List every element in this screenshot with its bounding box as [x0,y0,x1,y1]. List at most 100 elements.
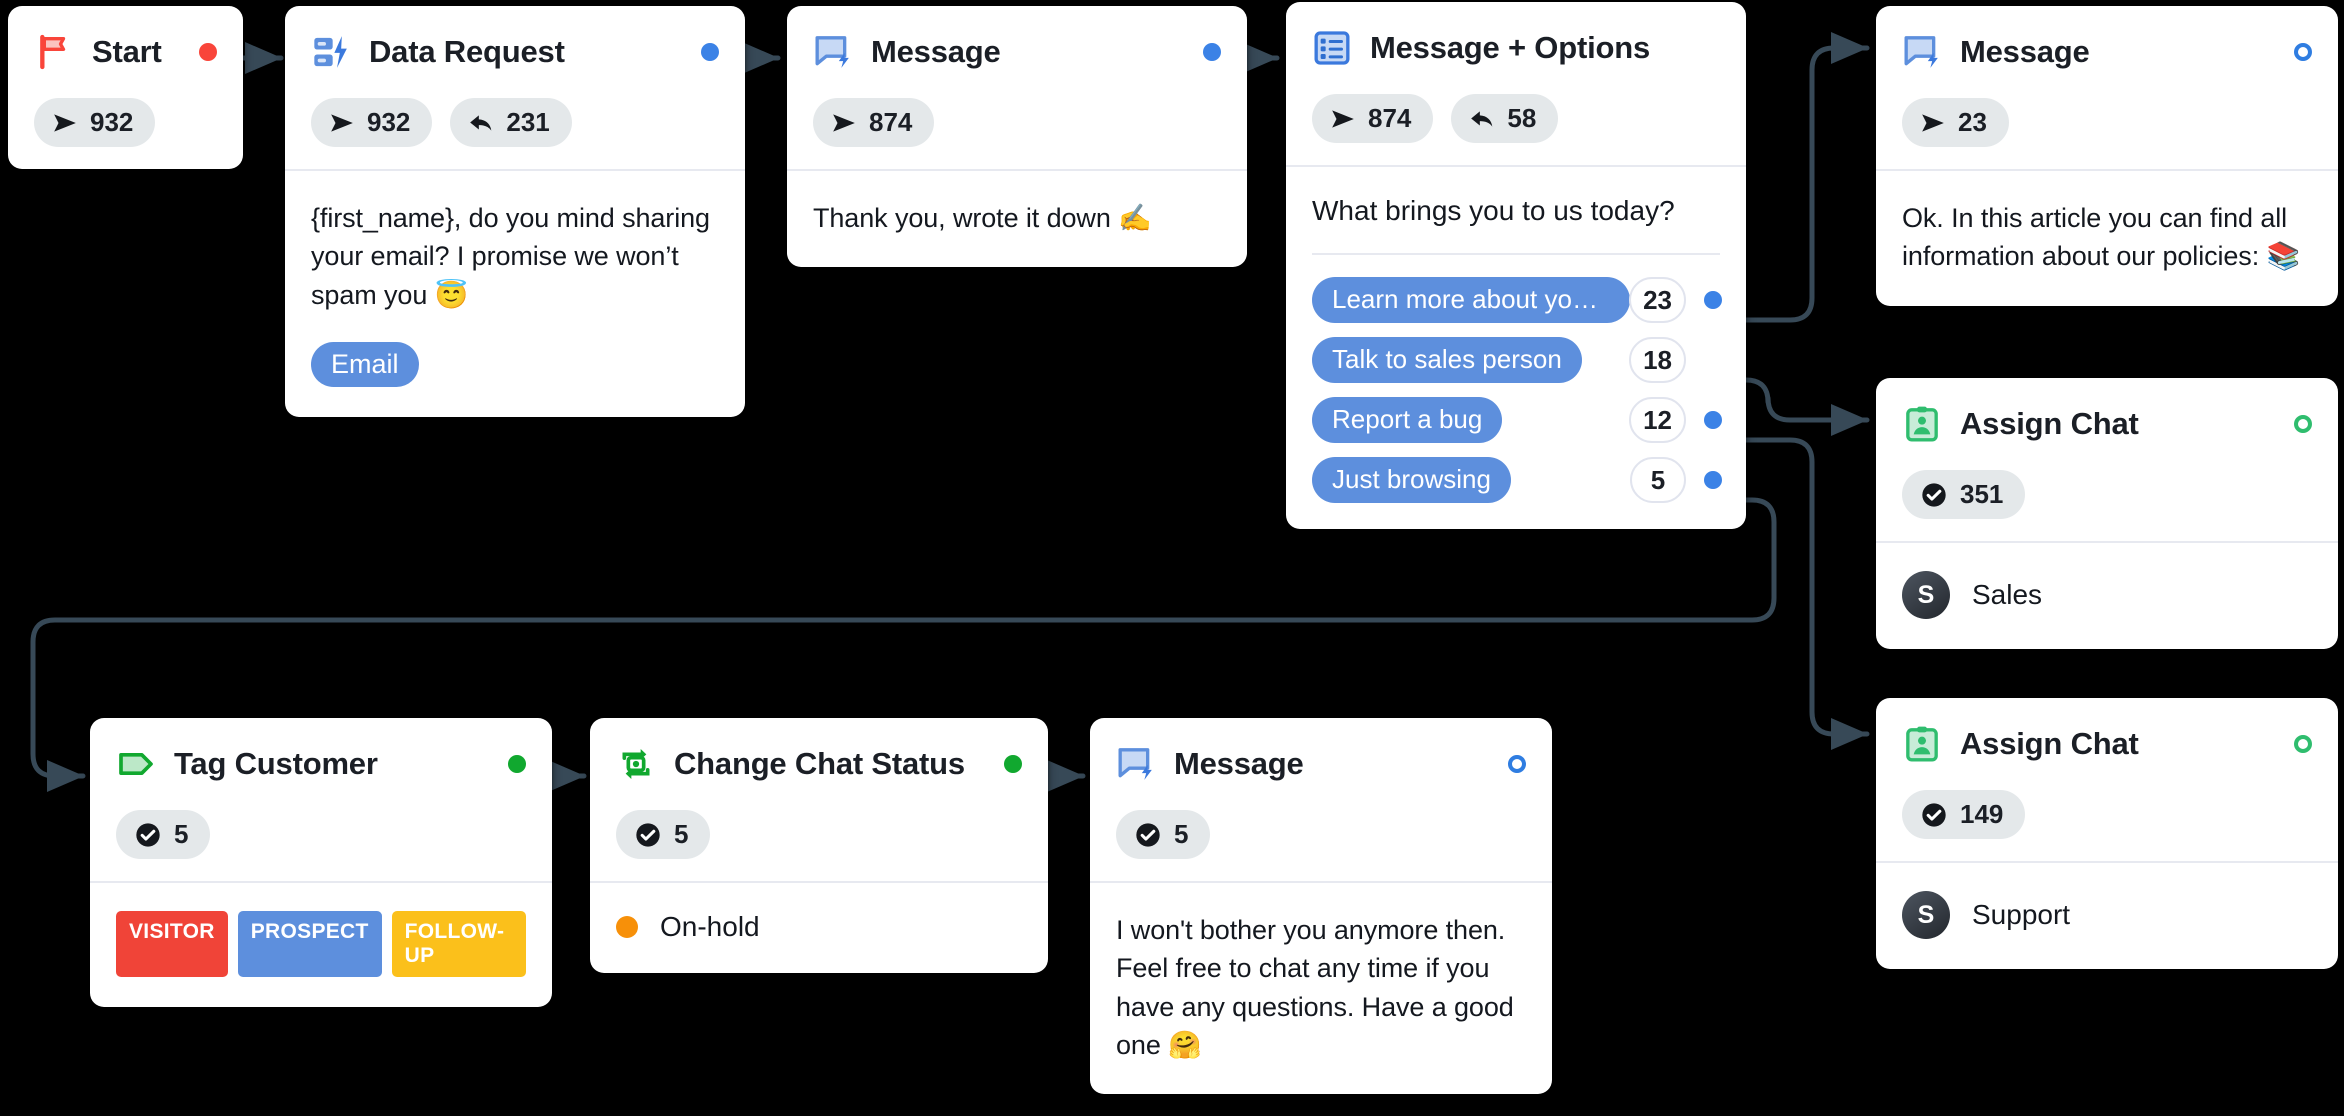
stat-sent: 874 [813,98,935,147]
option-label[interactable]: Just browsing [1312,457,1511,503]
message-icon [1902,32,1942,72]
tag-badge[interactable]: FOLLOW-UP [391,911,526,977]
option-output-port[interactable] [1704,411,1722,429]
output-port[interactable] [508,755,526,773]
node-start[interactable]: Start 932 [8,6,243,169]
option-count: 5 [1630,457,1686,503]
node-message-thanks-header: Message 874 [787,6,1247,169]
stat-completed: 5 [116,810,211,859]
option-row[interactable]: Report a bug 12 [1312,397,1722,443]
node-start-header: Start 932 [8,6,243,169]
output-port[interactable] [199,43,217,61]
node-change-status-body: On-hold [590,883,1048,973]
option-row[interactable]: Just browsing 5 [1312,457,1722,503]
option-output-port[interactable] [1704,471,1722,489]
message-icon [813,32,853,72]
stat-completed: 5 [616,810,711,859]
node-assign-chat-support[interactable]: Assign Chat 149 S Support [1876,698,2338,969]
node-message-options-header: Message + Options 874 58 [1286,2,1746,165]
output-port[interactable] [2294,43,2312,61]
node-data-request-header: Data Request 932 231 [285,6,745,169]
tag-list: VISITOR PROSPECT FOLLOW-UP [116,911,526,977]
option-label[interactable]: Report a bug [1312,397,1503,443]
check-icon [1922,802,1946,827]
send-icon [331,113,353,132]
option-count: 23 [1629,277,1686,323]
node-message-goodbye[interactable]: Message 5 I won't bother you anymore the… [1090,718,1552,1095]
check-icon [1136,822,1160,847]
option-label[interactable]: Talk to sales person [1312,337,1582,383]
node-message-options[interactable]: Message + Options 874 58 What brings you… [1286,2,1746,529]
check-icon [636,822,660,847]
node-message-goodbye-header: Message 5 [1090,718,1552,881]
divider [1312,253,1720,255]
node-change-chat-status[interactable]: Change Chat Status 5 On-hold [590,718,1048,973]
output-port[interactable] [1004,755,1022,773]
message-text: Ok. In this article you can find all inf… [1902,203,2301,272]
agent-row: S Support [1902,891,2312,939]
email-field-chip[interactable]: Email [311,341,419,387]
option-label[interactable]: Learn more about your… [1312,277,1630,323]
option-row[interactable]: Learn more about your… 23 [1312,277,1722,323]
reply-icon [470,114,492,131]
node-data-request-body: {first_name}, do you mind sharing your e… [285,171,745,417]
status-row: On-hold [616,911,1022,943]
avatar: S [1902,891,1950,939]
node-title: Start [92,34,162,69]
reply-icon [1471,110,1493,127]
option-row[interactable]: Talk to sales person 18 [1312,337,1720,383]
node-stats: 932 [34,98,217,147]
option-output-port[interactable] [1704,291,1722,309]
stat-completed: 149 [1902,790,2026,839]
node-title: Message [1174,746,1304,781]
output-port[interactable] [2294,415,2312,433]
agent-name: Support [1972,899,2071,930]
option-count: 18 [1629,337,1686,383]
stat-sent: 932 [34,98,156,147]
stat-completed: 5 [1116,810,1211,859]
node-assign-support-body: S Support [1876,863,2338,969]
status-label: On-hold [660,911,760,942]
node-stats: 874 58 [1312,94,1720,143]
node-tag-customer-body: VISITOR PROSPECT FOLLOW-UP [90,883,552,1007]
node-tag-customer[interactable]: Tag Customer 5 VISITOR PROSPECT FOLLOW-U… [90,718,552,1007]
send-icon [833,113,855,132]
node-message-goodbye-body: I won't bother you anymore then. Feel fr… [1090,883,1552,1094]
edge-option3-to-assign-support [1742,437,1870,750]
option-count: 12 [1629,397,1686,443]
check-icon [136,822,160,847]
node-title: Message + Options [1370,30,1650,65]
message-text: I won't bother you anymore then. Feel fr… [1116,915,1514,1060]
node-message-thanks[interactable]: Message 874 Thank you, wrote it down ✍️ [787,6,1247,268]
tag-badge[interactable]: PROSPECT [237,911,382,977]
node-title: Assign Chat [1960,406,2139,441]
message-icon [1116,744,1156,784]
agent-row: S Sales [1902,571,2312,619]
node-assign-support-header: Assign Chat 149 [1876,698,2338,861]
question-text: What brings you to us today? [1312,195,1675,226]
node-title: Tag Customer [174,746,378,781]
send-icon [1332,109,1354,128]
node-message-policies[interactable]: Message 23 Ok. In this article you can f… [1876,6,2338,306]
node-title: Message [871,34,1001,69]
options-list: Learn more about your… 23 Talk to sales … [1312,277,1722,503]
node-stats: 5 [1116,810,1526,859]
node-title: Message [1960,34,2090,69]
node-title: Assign Chat [1960,726,2139,761]
edge-option1-to-message-policies [1742,31,1870,323]
output-port[interactable] [1203,43,1221,61]
node-title: Change Chat Status [674,746,965,781]
node-title: Data Request [369,34,565,69]
output-port[interactable] [701,43,719,61]
check-icon [1922,482,1946,507]
flow-canvas[interactable]: Start 932 Data Request 932 231 {first_na… [0,0,2344,1116]
node-assign-chat-sales[interactable]: Assign Chat 351 S Sales [1876,378,2338,649]
tag-badge[interactable]: VISITOR [116,911,228,977]
node-data-request[interactable]: Data Request 932 231 {first_name}, do yo… [285,6,745,417]
status-dot [616,916,638,938]
message-text: Thank you, wrote it down ✍️ [813,203,1152,233]
avatar: S [1902,571,1950,619]
output-port[interactable] [1508,755,1526,773]
output-port[interactable] [2294,735,2312,753]
node-stats: 932 231 [311,98,719,147]
